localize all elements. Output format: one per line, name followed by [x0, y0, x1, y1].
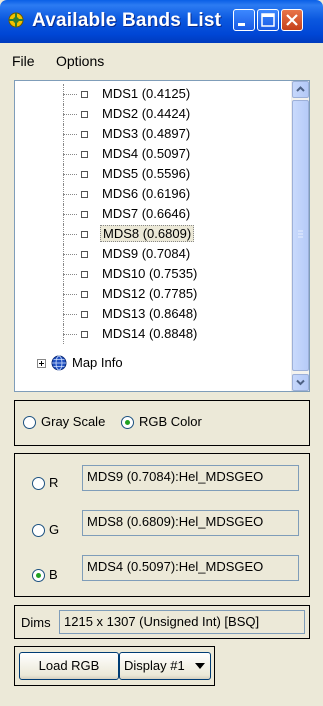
channel-r-radio[interactable]: [32, 477, 45, 490]
gray-scale-label[interactable]: Gray Scale: [41, 414, 105, 429]
dropdown-arrow-icon: [195, 663, 205, 669]
gray-scale-radio[interactable]: [23, 416, 36, 429]
channel-b-radio[interactable]: [32, 569, 45, 582]
tree-branch: [63, 174, 77, 175]
rgb-channels-group: R MDS9 (0.7084):Hel_MDSGEO G MDS8 (0.680…: [14, 453, 310, 597]
band-label: MDS13 (0.8648): [102, 306, 198, 321]
tree-branch: [63, 234, 77, 235]
band-label: MDS5 (0.5596): [102, 166, 191, 181]
band-label: MDS2 (0.4424): [102, 106, 191, 121]
dims-label: Dims: [21, 615, 51, 630]
tree-branch: [63, 154, 77, 155]
band-node-icon: [81, 331, 88, 338]
tree-branch: [63, 294, 77, 295]
tree-branch: [63, 134, 77, 135]
tree-branch: [63, 214, 77, 215]
band-node-icon: [81, 151, 88, 158]
tree-item-band[interactable]: MDS6 (0.6196): [15, 184, 275, 204]
band-node-icon: [81, 251, 88, 258]
tree-item-band[interactable]: MDS2 (0.4424): [15, 104, 275, 124]
channel-b-label: B: [49, 567, 58, 582]
channel-r-label: R: [49, 475, 59, 490]
close-button[interactable]: [281, 9, 303, 31]
channel-g-label: G: [49, 522, 60, 537]
menu-file[interactable]: File: [12, 53, 35, 69]
tree-item-band[interactable]: MDS8 (0.6809): [15, 224, 275, 244]
minimize-button[interactable]: [233, 9, 255, 31]
band-node-icon: [81, 191, 88, 198]
window-title: Available Bands List: [32, 10, 222, 31]
scroll-thumb[interactable]: [292, 100, 309, 371]
band-node-icon: [81, 311, 88, 318]
channel-r-field[interactable]: MDS9 (0.7084):Hel_MDSGEO: [82, 465, 299, 491]
chevron-up-icon: [296, 86, 305, 92]
channel-b-field[interactable]: MDS4 (0.5097):Hel_MDSGEO: [82, 555, 299, 581]
band-node-icon: [81, 131, 88, 138]
globe-icon: [51, 355, 67, 371]
tree-branch: [63, 254, 77, 255]
display-select[interactable]: Display #1: [119, 652, 211, 680]
tree-item-band[interactable]: MDS12 (0.7785): [15, 284, 275, 304]
band-node-icon: [81, 231, 88, 238]
tree-branch: [63, 274, 77, 275]
rgb-color-radio[interactable]: [121, 416, 134, 429]
tree-item-map-info[interactable]: Map Info: [15, 354, 275, 374]
band-label: MDS14 (0.8848): [102, 326, 198, 341]
band-label: MDS3 (0.4897): [102, 126, 191, 141]
tree-branch: [63, 94, 77, 95]
maximize-icon: [261, 13, 275, 27]
menu-options[interactable]: Options: [56, 53, 104, 69]
band-node-icon: [81, 91, 88, 98]
band-node-icon: [81, 171, 88, 178]
expand-icon[interactable]: [37, 359, 46, 368]
band-label: MDS9 (0.7084): [102, 246, 191, 261]
scroll-up-button[interactable]: [292, 81, 309, 98]
tree-item-band[interactable]: MDS3 (0.4897): [15, 124, 275, 144]
map-info-label: Map Info: [72, 355, 123, 370]
tree-item-band[interactable]: MDS5 (0.5596): [15, 164, 275, 184]
band-label: MDS1 (0.4125): [102, 86, 191, 101]
channel-g-field[interactable]: MDS8 (0.6809):Hel_MDSGEO: [82, 510, 299, 536]
close-icon: [286, 14, 298, 26]
menu-bar: File Options: [0, 43, 323, 77]
tree-item-band[interactable]: MDS13 (0.8648): [15, 304, 275, 324]
band-label: MDS6 (0.6196): [102, 186, 191, 201]
tree-branch: [63, 194, 77, 195]
tree-branch: [63, 114, 77, 115]
load-rgb-button[interactable]: Load RGB: [19, 652, 119, 680]
band-node-icon: [81, 271, 88, 278]
actions-group: Load RGB Display #1: [14, 646, 215, 686]
band-label: MDS12 (0.7785): [102, 286, 198, 301]
tree-item-band[interactable]: MDS7 (0.6646): [15, 204, 275, 224]
maximize-button[interactable]: [257, 9, 279, 31]
band-tree[interactable]: MDS1 (0.4125) MDS2 (0.4424) MDS3 (0.4897) M…: [14, 80, 310, 392]
band-node-icon: [81, 211, 88, 218]
tree-item-band[interactable]: MDS1 (0.4125): [15, 84, 275, 104]
app-icon: [8, 12, 24, 28]
scroll-down-button[interactable]: [292, 374, 309, 391]
rgb-color-label[interactable]: RGB Color: [139, 414, 202, 429]
band-node-icon: [81, 291, 88, 298]
tree-item-band[interactable]: MDS10 (0.7535): [15, 264, 275, 284]
tree-item-band[interactable]: MDS9 (0.7084): [15, 244, 275, 264]
title-bar[interactable]: Available Bands List: [0, 0, 323, 43]
mode-group: Gray Scale RGB Color: [14, 400, 310, 446]
tree-scrollbar[interactable]: [291, 81, 309, 391]
tree-branch: [63, 314, 77, 315]
band-node-icon: [81, 111, 88, 118]
tree-item-band[interactable]: MDS4 (0.5097): [15, 144, 275, 164]
tree-item-band[interactable]: MDS14 (0.8848): [15, 324, 275, 344]
chevron-down-icon: [296, 379, 305, 386]
minimize-icon: [238, 23, 245, 26]
dims-group: Dims 1215 x 1307 (Unsigned Int) [BSQ]: [14, 605, 310, 639]
band-label: MDS7 (0.6646): [102, 206, 191, 221]
display-select-value: Display #1: [124, 658, 185, 673]
band-label: MDS4 (0.5097): [102, 146, 191, 161]
band-label: MDS10 (0.7535): [102, 266, 198, 281]
band-label: MDS8 (0.6809): [100, 225, 195, 242]
channel-g-radio[interactable]: [32, 524, 45, 537]
dims-field: 1215 x 1307 (Unsigned Int) [BSQ]: [59, 610, 305, 634]
tree-branch: [63, 334, 77, 335]
